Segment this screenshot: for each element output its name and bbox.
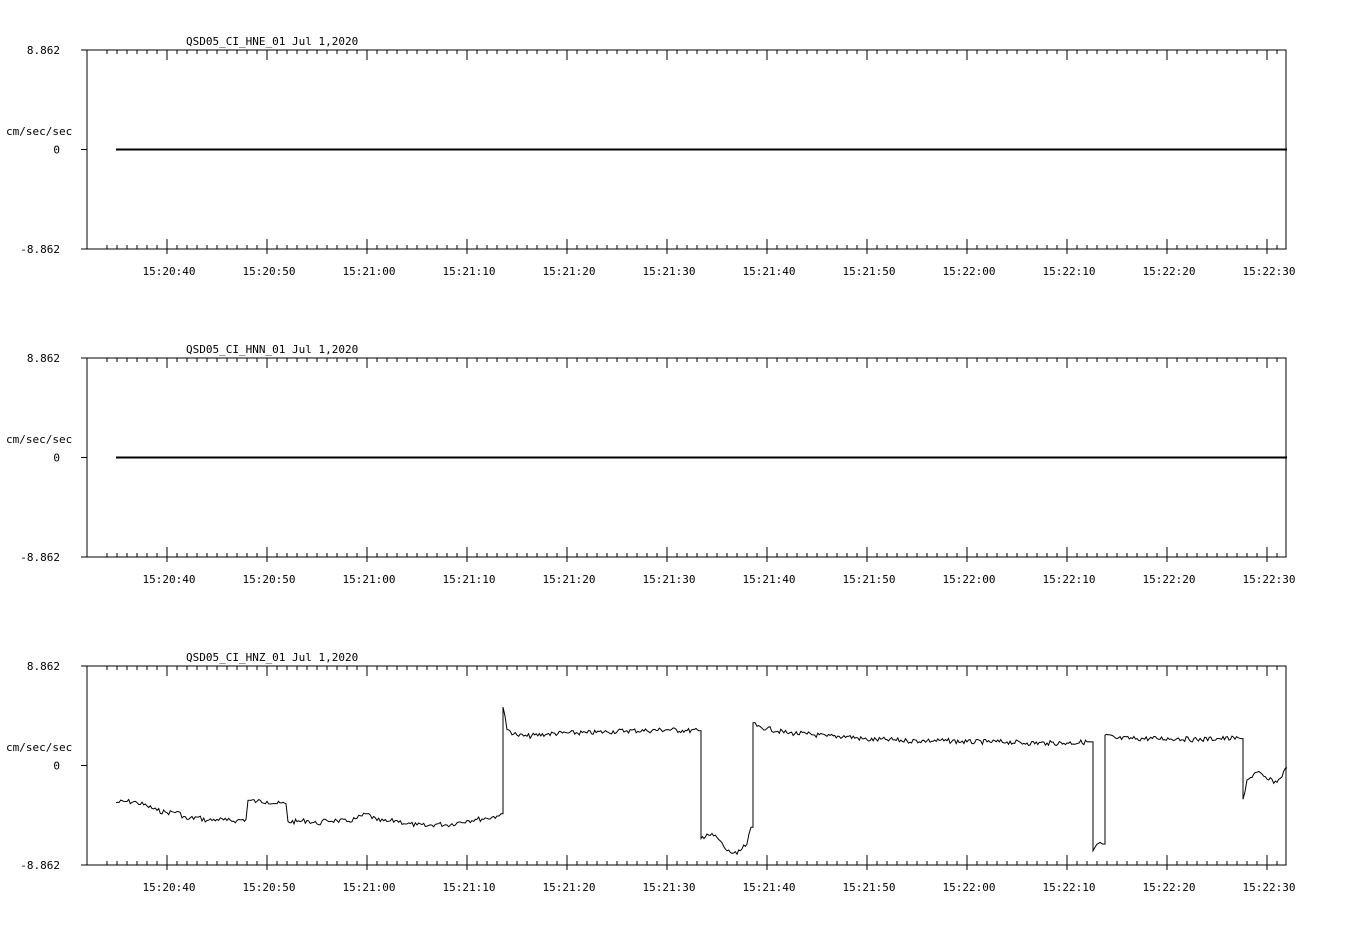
x-tick-label: 15:22:10 (1043, 573, 1096, 586)
y-tick-label-bottom: -8.862 (20, 243, 60, 256)
y-axis-label: cm/sec/sec (6, 433, 72, 446)
x-tick-label: 15:21:30 (643, 265, 696, 278)
y-tick-label-bottom: -8.862 (20, 551, 60, 564)
x-tick-label: 15:20:50 (243, 881, 296, 894)
seismogram-svg: QSD05_CI_HNE_01 Jul 1,2020 8.862 0 -8.862 cm… (6, 35, 1295, 894)
y-axis-label: cm/sec/sec (6, 741, 72, 754)
x-tick-label: 15:20:40 (143, 881, 196, 894)
seismogram-figure: QSD05_CI_HNE_01 Jul 1,2020 8.862 0 -8.862 cm… (0, 0, 1358, 924)
x-tick-label: 15:20:40 (143, 265, 196, 278)
x-tick-label: 15:21:40 (743, 573, 796, 586)
plot-frame (86, 665, 1287, 866)
y-tick-label-zero: 0 (53, 760, 60, 773)
x-tick-label: 15:20:50 (243, 265, 296, 278)
x-tick-label: 15:22:00 (943, 573, 996, 586)
chart-title: QSD05_CI_HNE_01 Jul 1,2020 (186, 35, 358, 48)
panel-2: QSD05_CI_HNN_01 Jul 1,2020 8.862 0 -8.862 cm… (6, 343, 1295, 586)
x-tick-label: 15:21:50 (843, 881, 896, 894)
y-tick-label-top: 8.862 (27, 660, 60, 673)
x-tick-label: 15:21:10 (443, 881, 496, 894)
x-tick-label: 15:21:30 (643, 881, 696, 894)
x-tick-label: 15:21:00 (343, 265, 396, 278)
x-tick-label: 15:21:10 (443, 265, 496, 278)
x-tick-label: 15:22:30 (1243, 881, 1296, 894)
x-tick-label: 15:22:20 (1143, 573, 1196, 586)
x-tick-label: 15:22:10 (1043, 265, 1096, 278)
x-tick-label: 15:21:30 (643, 573, 696, 586)
y-tick-label-bottom: -8.862 (20, 859, 60, 872)
x-tick-label: 15:22:30 (1243, 265, 1296, 278)
y-tick-label-top: 8.862 (27, 44, 60, 57)
y-tick-label-top: 8.862 (27, 352, 60, 365)
x-tick-label: 15:21:00 (343, 881, 396, 894)
y-tick-label-zero: 0 (53, 144, 60, 157)
series-trace (115, 706, 1288, 856)
x-tick-label: 15:22:20 (1143, 881, 1196, 894)
x-tick-label: 15:21:50 (843, 265, 896, 278)
panel-1: QSD05_CI_HNE_01 Jul 1,2020 8.862 0 -8.862 cm… (6, 35, 1295, 278)
panel-3: QSD05_CI_HNZ_01 Jul 1,2020 8.862 0 -8.862 cm… (6, 651, 1295, 894)
x-tick-label: 15:21:10 (443, 573, 496, 586)
x-tick-label: 15:21:20 (543, 881, 596, 894)
x-tick-label: 15:21:00 (343, 573, 396, 586)
x-tick-label: 15:20:40 (143, 573, 196, 586)
x-tick-label: 15:21:20 (543, 265, 596, 278)
x-tick-label: 15:21:40 (743, 881, 796, 894)
x-tick-label: 15:22:10 (1043, 881, 1096, 894)
x-tick-label: 15:21:50 (843, 573, 896, 586)
x-tick-label: 15:22:20 (1143, 265, 1196, 278)
x-tick-label: 15:21:40 (743, 265, 796, 278)
chart-title: QSD05_CI_HNZ_01 Jul 1,2020 (186, 651, 358, 664)
x-tick-label: 15:22:00 (943, 881, 996, 894)
chart-title: QSD05_CI_HNN_01 Jul 1,2020 (186, 343, 358, 356)
x-tick-label: 15:22:00 (943, 265, 996, 278)
x-tick-label: 15:22:30 (1243, 573, 1296, 586)
x-tick-label: 15:20:50 (243, 573, 296, 586)
y-axis-label: cm/sec/sec (6, 125, 72, 138)
x-tick-label: 15:21:20 (543, 573, 596, 586)
y-tick-label-zero: 0 (53, 452, 60, 465)
